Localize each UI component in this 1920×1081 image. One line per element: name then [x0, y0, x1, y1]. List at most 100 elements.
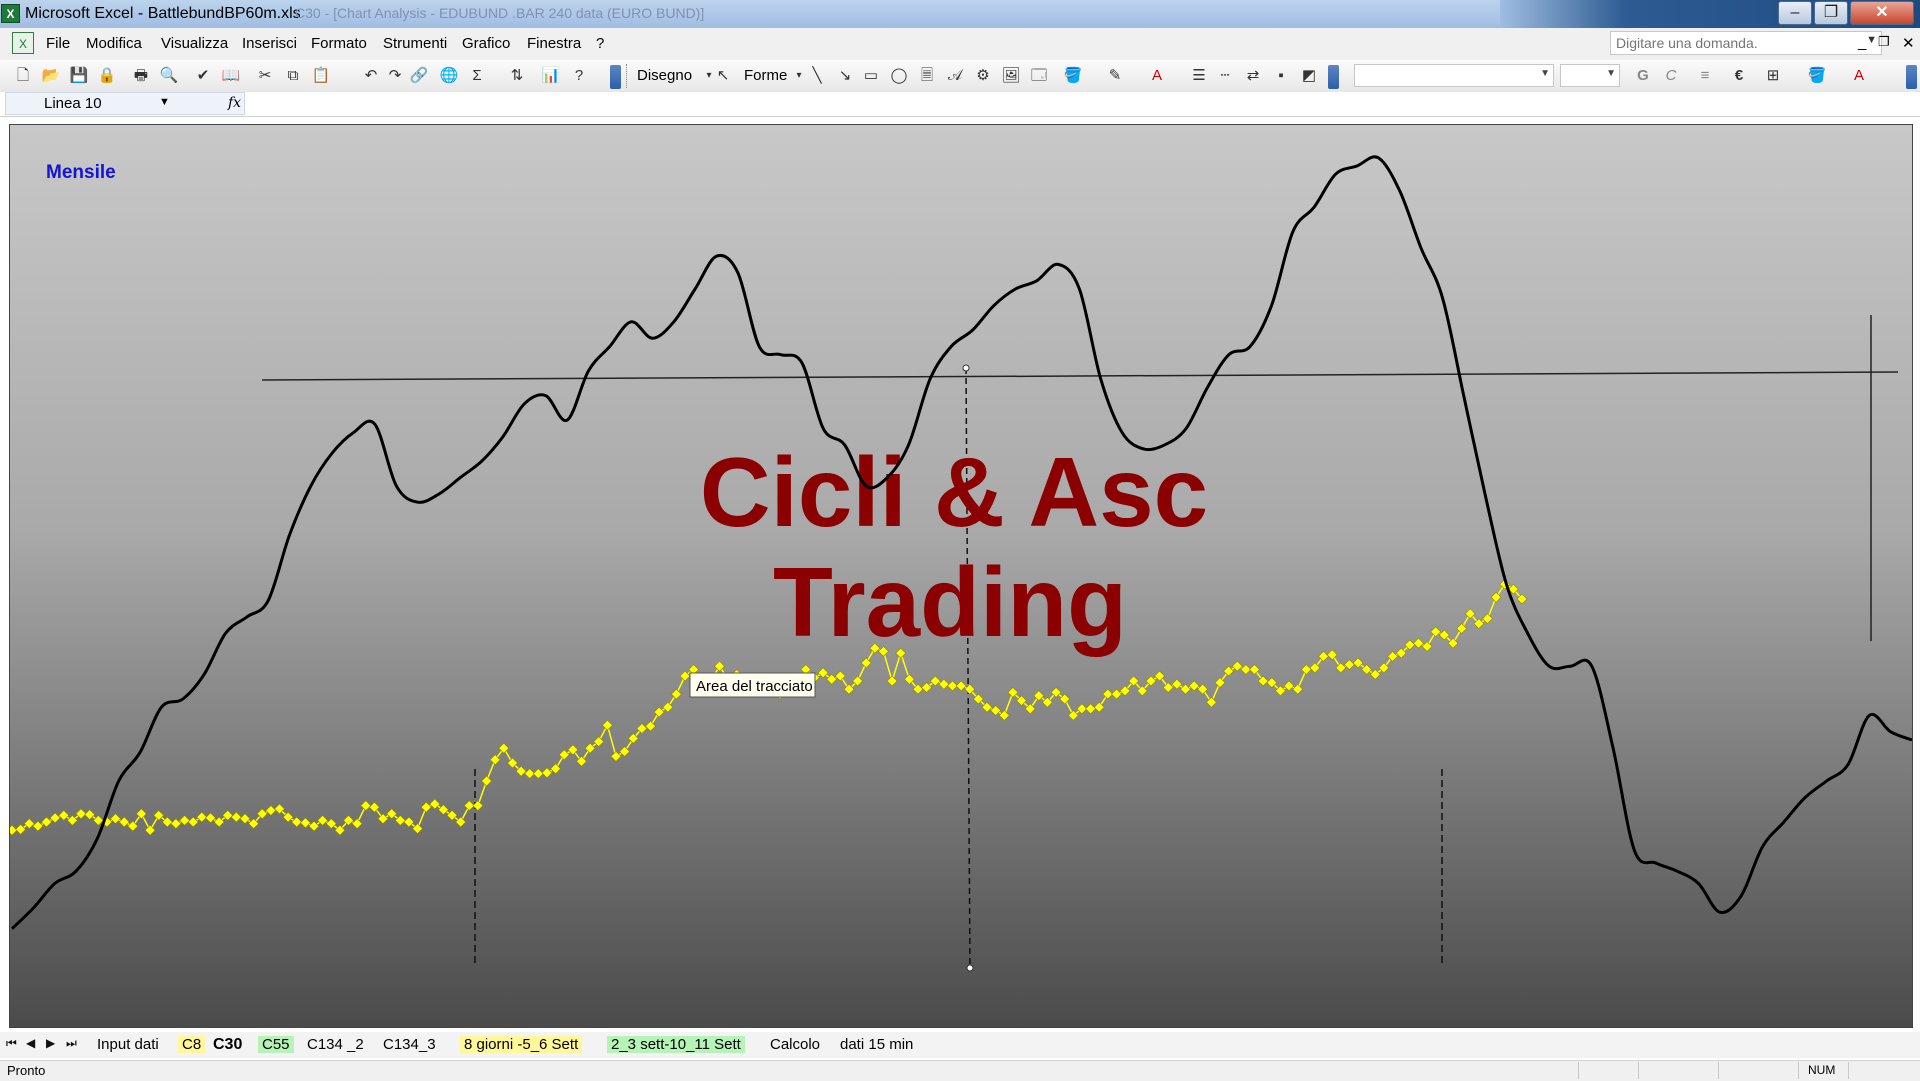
name-box[interactable]: Linea 10 ▼ fx: [5, 92, 245, 115]
autoshapes-button[interactable]: Forme: [744, 67, 787, 84]
doc-restore-icon[interactable]: ❐: [1878, 34, 1890, 50]
draw-menu-button[interactable]: Disegno: [637, 67, 692, 84]
align-center-icon[interactable]: ≡: [1694, 65, 1716, 87]
sheet-tab[interactable]: C55: [258, 1036, 294, 1053]
sheet-tabs-bar: ⏮ ◀ ▶ ⏭ Input dati C8 C30 C55 C134 _2 C134_3 8…: [0, 1032, 1920, 1058]
borders-icon[interactable]: ⊞: [1762, 65, 1784, 87]
line-tool-icon[interactable]: ╲: [806, 65, 828, 87]
highlight-icon[interactable]: 🪣: [1806, 65, 1828, 87]
textbox-tool-icon[interactable]: 🗏: [916, 65, 938, 87]
line-style-icon[interactable]: ☰: [1188, 65, 1210, 87]
menu-modifica[interactable]: Modifica: [86, 35, 142, 52]
excel-app-icon[interactable]: X: [1, 4, 20, 23]
chart-wizard-icon[interactable]: 📊: [540, 65, 562, 87]
oval-tool-icon[interactable]: ◯: [888, 65, 910, 87]
font-color-icon-2[interactable]: A: [1848, 65, 1870, 87]
clipart-icon[interactable]: 🖼: [1000, 65, 1022, 87]
font-size-combo[interactable]: ▼: [1560, 64, 1620, 87]
menu-grafico[interactable]: Grafico: [462, 35, 510, 52]
menu-finestra[interactable]: Finestra: [527, 35, 581, 52]
shadow-icon[interactable]: ▪: [1270, 65, 1292, 87]
diagram-icon[interactable]: ⚙: [972, 65, 994, 87]
bold-button[interactable]: G: [1632, 65, 1654, 87]
chevron-down-icon[interactable]: ▼: [1606, 68, 1616, 79]
sheet-tab[interactable]: Input dati: [97, 1036, 159, 1053]
menu-help[interactable]: ?: [596, 35, 604, 52]
plot-area-tooltip: Area del tracciato: [689, 672, 816, 698]
sheet-tab[interactable]: 8 giorni -5_6 Sett: [460, 1036, 583, 1053]
toolbar-options-icon[interactable]: [610, 65, 621, 89]
spelling-icon[interactable]: ✔: [192, 65, 214, 87]
open-icon[interactable]: 📂: [40, 65, 62, 87]
toolbar-options-icon-3[interactable]: [1906, 65, 1917, 89]
cut-icon[interactable]: ✂: [254, 65, 276, 87]
rectangle-tool-icon[interactable]: ▭: [860, 65, 882, 87]
toolbar-options-icon-2[interactable]: [1328, 65, 1339, 89]
fill-color-icon[interactable]: 🪣: [1062, 65, 1084, 87]
menu-visualizza[interactable]: Visualizza: [161, 35, 228, 52]
paste-icon[interactable]: 📋: [310, 65, 332, 87]
web-icon[interactable]: 🌐: [438, 65, 460, 87]
help-search-box[interactable]: ▼: [1610, 31, 1882, 55]
menu-inserisci[interactable]: Inserisci: [242, 35, 297, 52]
tooltip-text: Area del tracciato: [696, 678, 813, 695]
next-sheet-icon[interactable]: ▶: [46, 1036, 55, 1050]
sheet-tab[interactable]: C30: [213, 1036, 242, 1054]
doc-minimize-icon[interactable]: _: [1858, 34, 1866, 51]
italic-button[interactable]: C: [1660, 65, 1682, 87]
chevron-down-icon[interactable]: ▼: [1866, 34, 1877, 46]
sheet-tab[interactable]: Calcolo: [770, 1036, 820, 1053]
last-sheet-icon[interactable]: ⏭: [66, 1036, 77, 1051]
sheet-tab[interactable]: C134_3: [383, 1036, 436, 1053]
select-pointer-icon[interactable]: ↖: [712, 65, 734, 87]
window-title-faded: C30 - [Chart Analysis - EDUBUND .BAR 240…: [295, 5, 705, 21]
sort-icon[interactable]: ⇅: [506, 65, 528, 87]
copy-icon[interactable]: ⧉: [282, 65, 304, 87]
close-icon[interactable]: ✕: [1850, 1, 1914, 25]
chart-area[interactable]: Mensile Cicli & Asc Trading Area del tra…: [9, 124, 1913, 1028]
chevron-down-icon[interactable]: ▼: [1540, 68, 1550, 79]
undo-icon[interactable]: ↶: [360, 65, 382, 87]
menu-strumenti[interactable]: Strumenti: [383, 35, 447, 52]
restore-icon[interactable]: ❐: [1814, 1, 1848, 25]
sheet-tab[interactable]: C8: [178, 1036, 206, 1053]
prev-sheet-icon[interactable]: ◀: [26, 1036, 35, 1050]
dash-style-icon[interactable]: ┄: [1214, 65, 1236, 87]
print-preview-icon[interactable]: 🔍: [158, 65, 180, 87]
wordart-icon[interactable]: 𝒜: [944, 65, 966, 87]
chevron-down-icon[interactable]: ▼: [159, 96, 170, 108]
menu-file[interactable]: File: [46, 35, 70, 52]
minimize-icon[interactable]: –: [1778, 1, 1812, 25]
permission-icon[interactable]: 🔒: [96, 65, 118, 87]
sheet-tab[interactable]: dati 15 min: [840, 1036, 913, 1053]
autosum-icon[interactable]: Σ: [466, 65, 488, 87]
help-search-input[interactable]: [1611, 32, 1856, 54]
workbook-icon[interactable]: X: [12, 32, 34, 54]
print-icon[interactable]: 🖶: [130, 65, 152, 87]
euro-button[interactable]: €: [1728, 65, 1750, 87]
redo-icon[interactable]: ↷: [384, 65, 406, 87]
sheet-tab[interactable]: C134 _2: [307, 1036, 364, 1053]
function-icon[interactable]: fx: [228, 95, 241, 111]
menu-formato[interactable]: Formato: [311, 35, 367, 52]
line-handle-top[interactable]: [962, 364, 970, 372]
help-icon[interactable]: ?: [568, 65, 590, 87]
hyperlink-icon[interactable]: 🔗: [408, 65, 430, 87]
first-sheet-icon[interactable]: ⏮: [6, 1036, 17, 1051]
line-handle-bottom[interactable]: [966, 964, 974, 972]
research-icon[interactable]: 📖: [220, 65, 242, 87]
picture-icon[interactable]: 🗔: [1028, 65, 1050, 87]
save-icon[interactable]: 💾: [68, 65, 90, 87]
new-icon[interactable]: 🗋: [12, 65, 34, 87]
3d-icon[interactable]: ◩: [1298, 65, 1320, 87]
status-panel: [1798, 1062, 1799, 1079]
font-name-combo[interactable]: ▼: [1354, 64, 1554, 87]
sheet-tab[interactable]: 2_3 sett-10_11 Sett: [607, 1036, 745, 1053]
name-box-value[interactable]: Linea 10: [44, 95, 102, 112]
arrow-style-icon[interactable]: ⇄: [1242, 65, 1264, 87]
font-color-icon[interactable]: A: [1146, 65, 1168, 87]
chart-svg[interactable]: Mensile Cicli & Asc Trading Area del tra…: [10, 125, 1912, 1027]
doc-close-icon[interactable]: ✕: [1902, 34, 1915, 52]
line-color-icon[interactable]: ✎: [1104, 65, 1126, 87]
arrow-tool-icon[interactable]: ↘: [834, 65, 856, 87]
